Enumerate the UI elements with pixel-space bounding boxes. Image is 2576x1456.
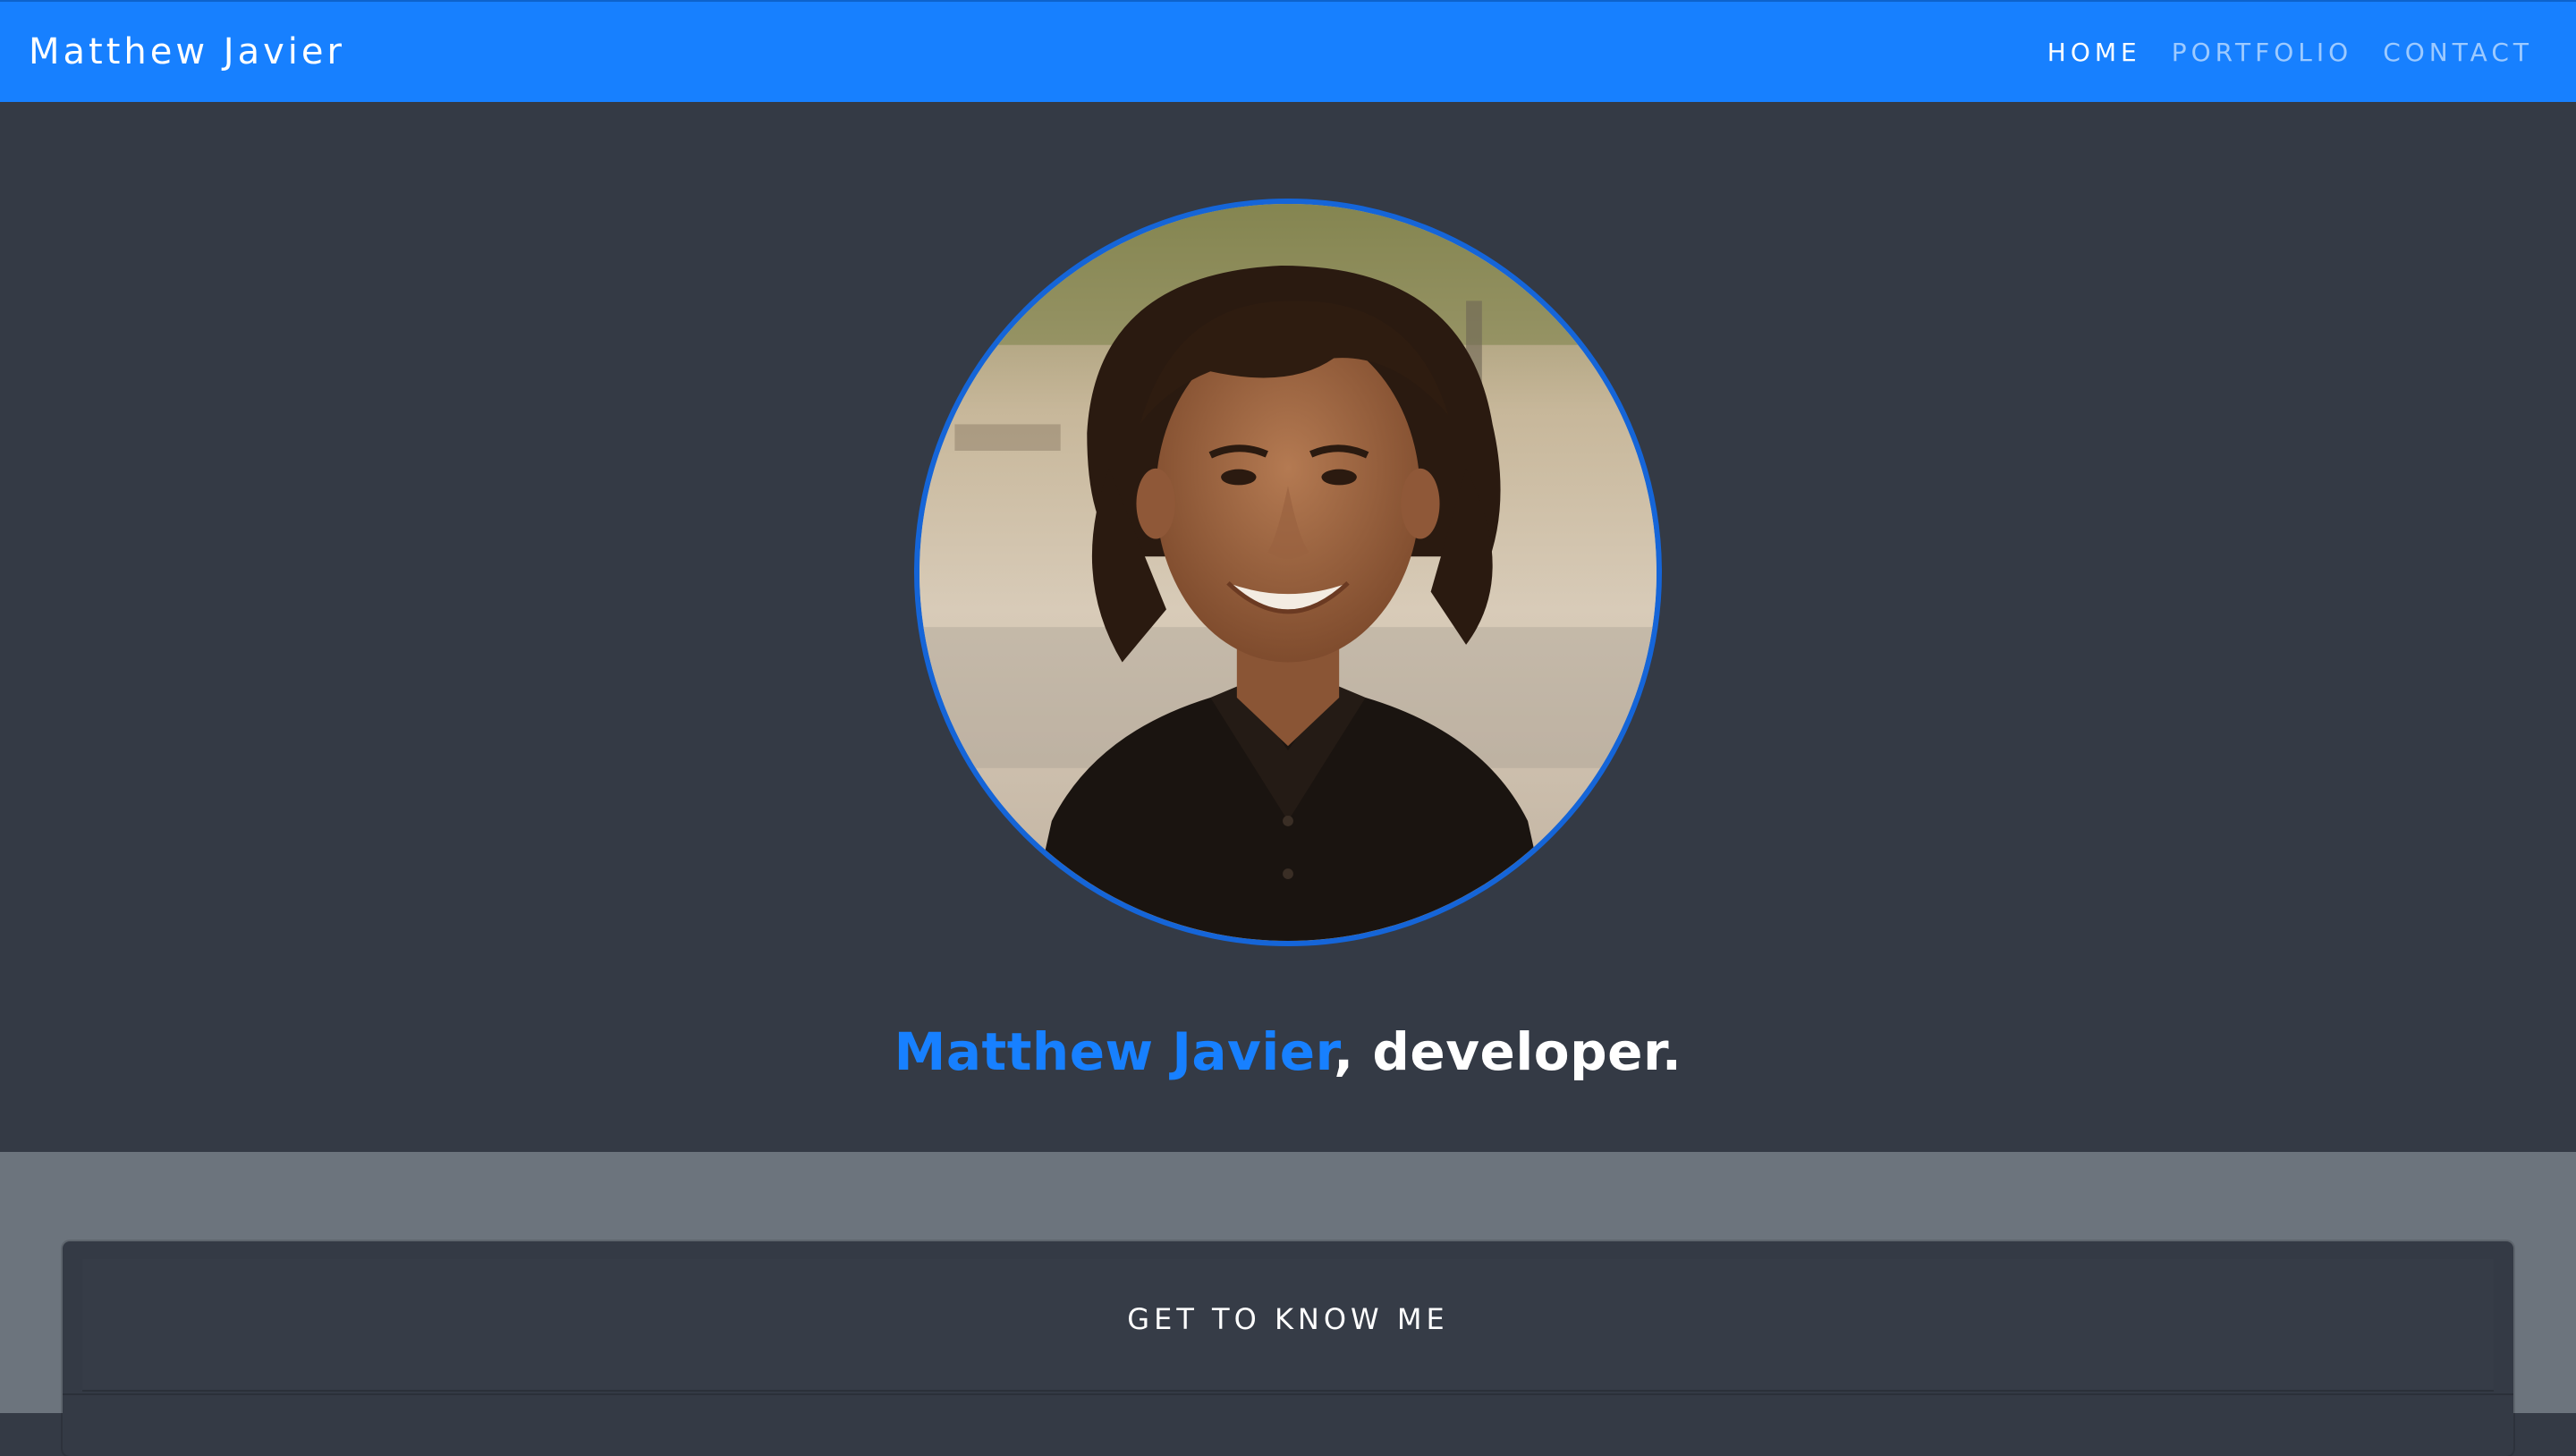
brand-name[interactable]: Matthew Javier	[29, 31, 345, 72]
about-card: GET TO KNOW ME	[63, 1241, 2513, 1456]
tagline-name: Matthew Javier	[894, 1021, 1335, 1082]
nav-link-home[interactable]: HOME	[2047, 38, 2141, 67]
hero-tagline: Matthew Javier, developer.	[0, 1021, 2576, 1082]
card-divider	[63, 1393, 2513, 1395]
about-section: GET TO KNOW ME	[0, 1152, 2576, 1456]
nav-link-contact[interactable]: CONTACT	[2383, 38, 2533, 67]
profile-photo	[914, 199, 1662, 946]
tagline-role: , developer.	[1334, 1021, 1682, 1082]
about-card-title: GET TO KNOW ME	[1127, 1302, 1449, 1336]
top-navbar: Matthew Javier HOME PORTFOLIO CONTACT	[0, 0, 2576, 102]
about-card-header: GET TO KNOW ME	[82, 1259, 2494, 1392]
portrait-illustration	[919, 204, 1657, 941]
hero-section: Matthew Javier, developer.	[0, 102, 2576, 1152]
nav-links: HOME PORTFOLIO CONTACT	[2047, 38, 2533, 67]
nav-link-portfolio[interactable]: PORTFOLIO	[2172, 38, 2353, 67]
